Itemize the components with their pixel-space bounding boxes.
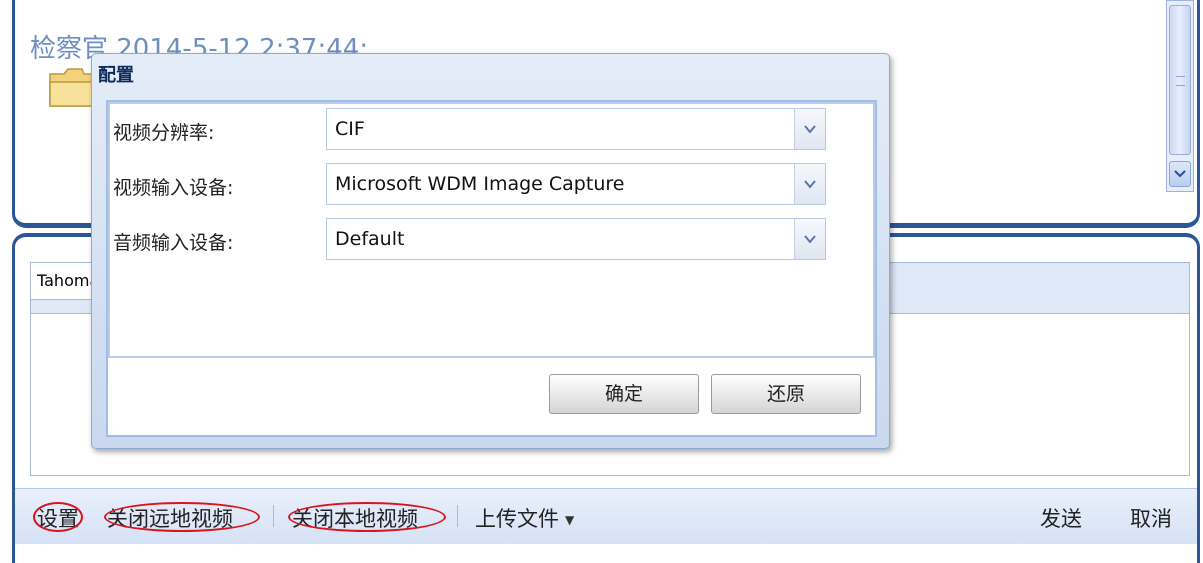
send-button[interactable]: 发送 [1040,503,1082,533]
video-input-label: 视频输入设备: [113,177,234,199]
video-input-select[interactable]: Microsoft WDM Image Capture [326,163,826,205]
audio-input-value: Default [335,228,405,250]
dropdown-arrow-icon[interactable] [794,164,825,204]
chevron-down-icon [804,235,816,244]
highlight-ellipse [288,502,446,532]
audio-input-select[interactable]: Default [326,218,826,260]
scrollbar-thumb[interactable] [1169,5,1191,155]
video-resolution-value: CIF [335,118,365,140]
highlight-ellipse [104,502,260,532]
cancel-button[interactable]: 取消 [1130,503,1172,533]
highlight-ellipse [33,502,83,532]
video-resolution-label: 视频分辨率: [113,122,215,144]
bottom-toolbar: 设置 关闭远地视频 关闭本地视频 上传文件 ▼ 发送 取消 [15,488,1197,544]
caret-down-icon: ▼ [565,513,575,527]
upload-file-label: 上传文件 [475,507,559,531]
reset-button[interactable]: 还原 [711,374,861,414]
toolbar-divider [457,505,458,527]
dialog-title: 配置 [98,65,134,86]
audio-input-label: 音频输入设备: [113,232,234,254]
chevron-down-icon [1174,170,1186,178]
upload-file-button[interactable]: 上传文件 ▼ [475,503,574,533]
video-input-value: Microsoft WDM Image Capture [335,173,625,195]
dropdown-arrow-icon[interactable] [794,109,825,149]
config-form: 视频分辨率: CIF 视频输入设备: Microsoft WDM Image C… [108,102,875,358]
font-name-field[interactable]: Tahoma [30,262,100,300]
config-dialog: 配置 视频分辨率: CIF 视频输入设备: Microsoft WDM Imag… [91,53,890,449]
video-resolution-select[interactable]: CIF [326,108,826,150]
dropdown-arrow-icon[interactable] [794,219,825,259]
chevron-down-icon [804,180,816,189]
folder-icon [49,68,95,107]
vertical-scrollbar[interactable] [1166,0,1194,192]
toolbar-divider [273,505,274,527]
scroll-down-button[interactable] [1169,161,1191,187]
dialog-body: 视频分辨率: CIF 视频输入设备: Microsoft WDM Image C… [106,100,877,437]
ok-button[interactable]: 确定 [549,374,699,414]
scrollbar-grip-icon [1176,76,1185,86]
chevron-down-icon [804,125,816,134]
